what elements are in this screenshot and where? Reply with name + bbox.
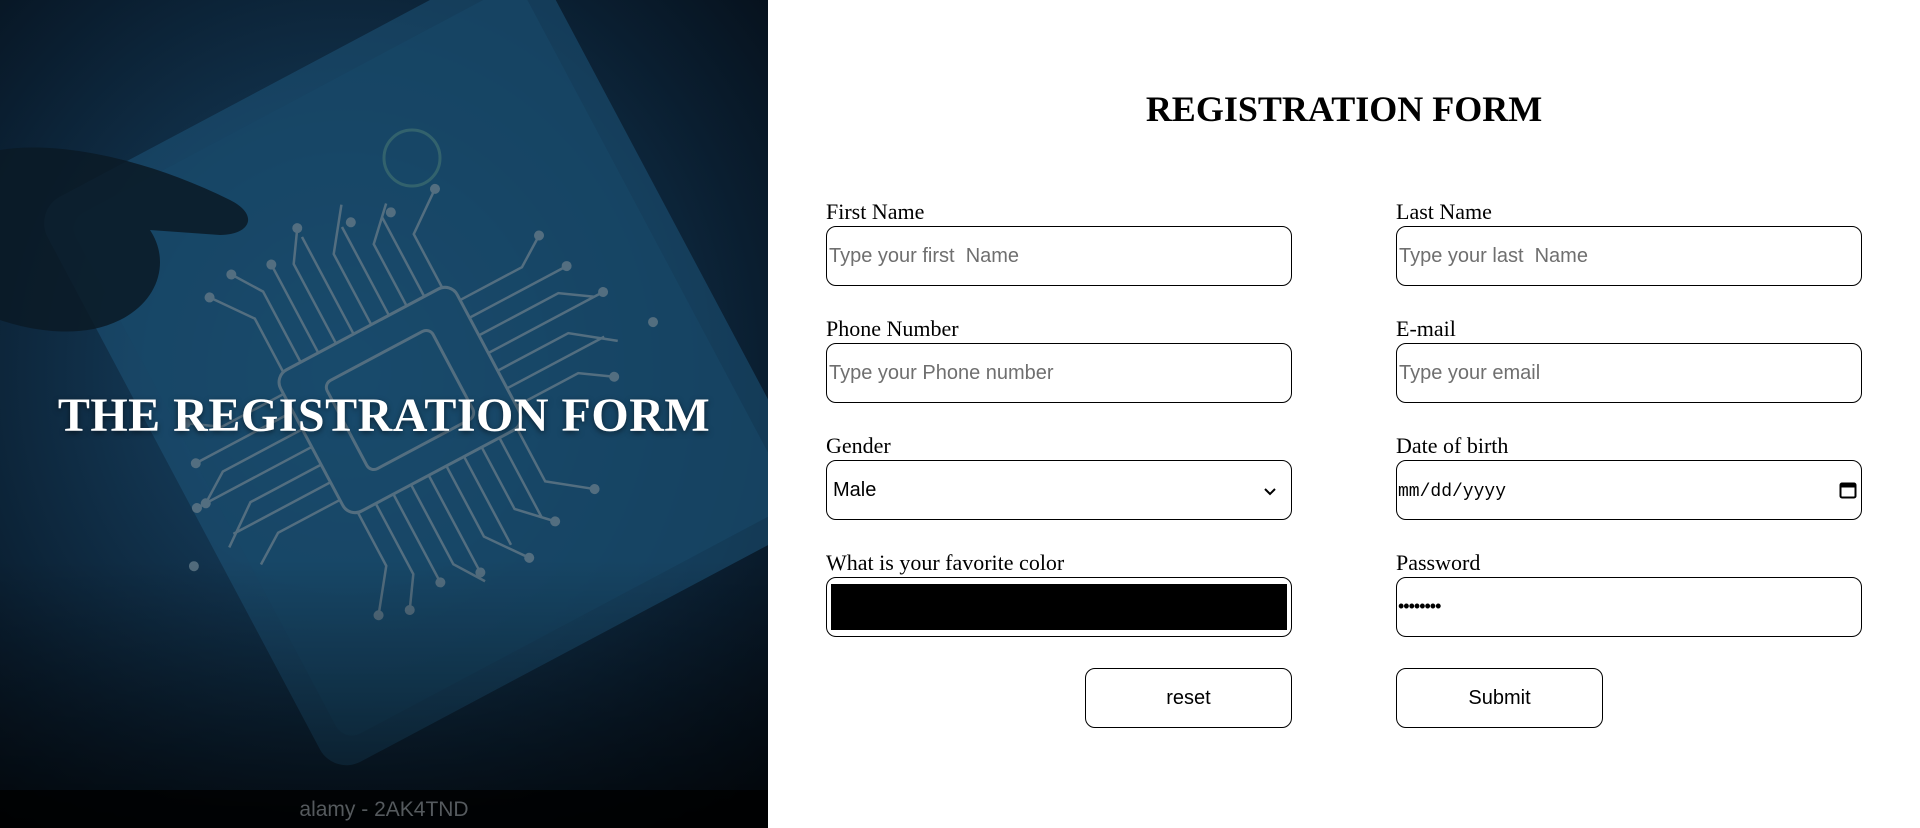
last-name-label: Last Name	[1396, 199, 1492, 224]
phone-input[interactable]	[826, 343, 1292, 403]
gender-group: Gender Male	[826, 434, 1292, 520]
first-name-input[interactable]	[826, 226, 1292, 286]
first-name-group: First Name	[826, 200, 1292, 286]
hero-panel: THE REGISTRATION FORM alamy - 2AK4TND	[0, 0, 768, 828]
email-group: E-mail	[1396, 317, 1862, 403]
dob-group: Date of birth mm/dd/yyyy	[1396, 434, 1862, 520]
phone-group: Phone Number	[826, 317, 1292, 403]
submit-button[interactable]: Submit	[1396, 668, 1603, 728]
last-name-group: Last Name	[1396, 200, 1862, 286]
hero-title: THE REGISTRATION FORM	[57, 389, 711, 442]
email-input[interactable]	[1396, 343, 1862, 403]
color-label: What is your favorite color	[826, 550, 1065, 575]
first-name-label: First Name	[826, 199, 925, 224]
watermark-text: alamy - 2AK4TND	[299, 798, 469, 821]
color-group: What is your favorite color	[826, 551, 1292, 637]
registration-form: REGISTRATION FORM First Name Last Name P…	[768, 0, 1920, 828]
email-label: E-mail	[1396, 316, 1456, 341]
gender-label: Gender	[826, 433, 891, 458]
password-group: Password ••••••••	[1396, 551, 1862, 637]
color-swatch	[831, 584, 1287, 630]
last-name-input[interactable]	[1396, 226, 1862, 286]
dob-label: Date of birth	[1396, 433, 1509, 458]
password-input[interactable]	[1396, 577, 1862, 637]
password-label: Password	[1396, 550, 1481, 575]
phone-label: Phone Number	[826, 316, 959, 341]
gender-select[interactable]: Male	[826, 460, 1292, 520]
dob-input[interactable]	[1396, 460, 1862, 520]
reset-button[interactable]: reset	[1085, 668, 1292, 728]
form-title: REGISTRATION FORM	[1145, 89, 1543, 129]
color-picker[interactable]	[826, 577, 1292, 637]
